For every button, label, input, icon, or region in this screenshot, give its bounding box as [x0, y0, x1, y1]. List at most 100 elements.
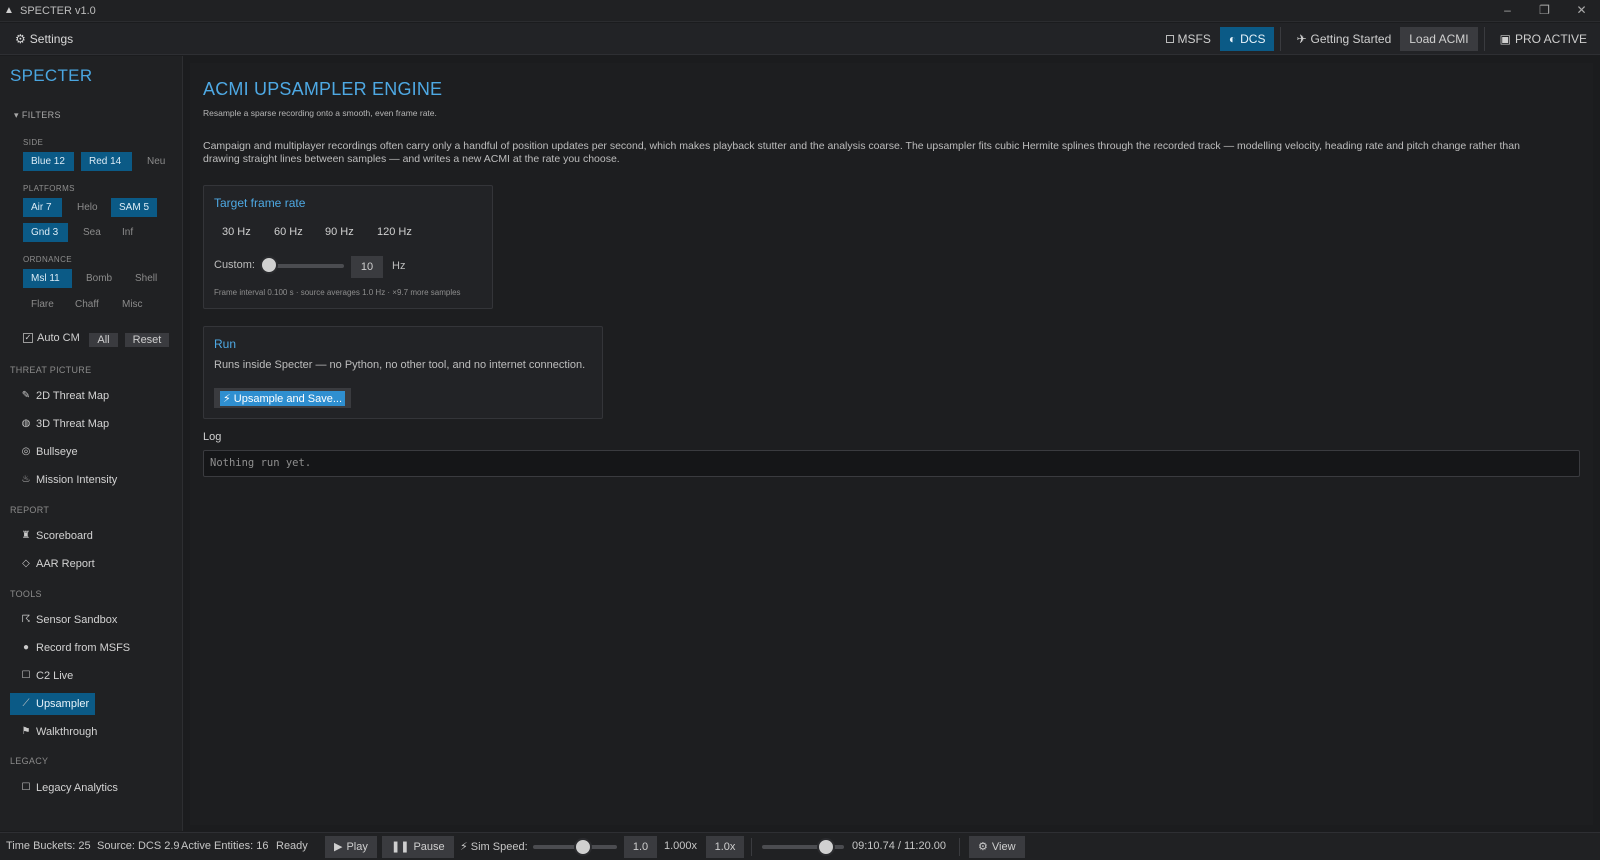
- panel-title: Run: [214, 337, 237, 351]
- settings-button[interactable]: ⚙ Settings: [15, 32, 73, 46]
- sidebar-item-label: 3D Threat Map: [36, 418, 110, 430]
- close-button[interactable]: ✕: [1563, 0, 1600, 22]
- sidebar-item-label: Bullseye: [36, 446, 78, 458]
- record-icon: ●: [22, 642, 30, 653]
- sidebar-item-label: AAR Report: [36, 558, 95, 570]
- timeline-slider-handle[interactable]: [816, 838, 835, 856]
- settings-label: Settings: [29, 32, 74, 46]
- sidebar-item-legacy-analytics[interactable]: ☐ Legacy Analytics: [10, 777, 178, 799]
- sidebar-item-label: Legacy Analytics: [36, 782, 118, 794]
- dcs-button[interactable]: ◐ DCS: [1219, 27, 1275, 51]
- status-divider: [751, 838, 752, 856]
- log-label: Log: [203, 431, 222, 443]
- sidebar-item-label: Mission Intensity: [36, 474, 118, 486]
- run-panel: Run Runs inside Specter — no Python, no …: [203, 326, 603, 419]
- load-acmi-button[interactable]: Load ACMI: [1400, 27, 1478, 51]
- menubar: ⚙ Settings MSFS ◐ DCS ✈ Getting Started …: [0, 23, 1600, 55]
- sidebar-item-bullseye[interactable]: ◎ Bullseye: [10, 441, 178, 463]
- filters-toggle[interactable]: ▾ FILTERS: [14, 110, 61, 121]
- upsample-and-save-button[interactable]: ⚡ Upsample and Save...: [214, 388, 352, 408]
- gear-icon: ⚙: [978, 841, 988, 853]
- plane-icon: ✈: [1296, 32, 1307, 46]
- sidebar-item-upsampler[interactable]: ⟋ Upsampler: [10, 693, 95, 715]
- sidebar-item-3d-threat-map[interactable]: ◍ 3D Threat Map: [10, 413, 178, 435]
- section-report: REPORT: [10, 505, 50, 515]
- custom-rate-input[interactable]: 10: [351, 256, 383, 278]
- pause-button[interactable]: ❚❚ Pause: [382, 836, 454, 858]
- sidebar-item-record-msfs[interactable]: ● Record from MSFS: [10, 637, 178, 659]
- chip-bomb[interactable]: Bomb: [78, 269, 120, 288]
- rate-30-button[interactable]: 30 Hz: [222, 226, 251, 238]
- auto-cm-checkbox[interactable]: ✓ Auto CM: [23, 332, 80, 344]
- ready-status: Ready: [276, 840, 308, 852]
- side-group-label: SIDE: [23, 138, 44, 147]
- window-controls: – ❐ ✕: [1489, 0, 1600, 22]
- statusbar: Time Buckets: 25 Source: DCS 2.9 Active …: [0, 832, 1600, 860]
- target-icon: ◎: [21, 446, 31, 457]
- speed-reset-button[interactable]: 1.0x: [706, 836, 744, 858]
- chip-flare[interactable]: Flare: [23, 295, 62, 314]
- sidebar-item-label: Upsampler: [36, 698, 90, 710]
- chip-sea[interactable]: Sea: [75, 223, 109, 242]
- status-divider: [959, 838, 960, 856]
- run-description: Runs inside Specter — no Python, no othe…: [214, 359, 586, 371]
- msfs-label: MSFS: [1177, 32, 1211, 46]
- pin-icon: ✎: [21, 390, 31, 401]
- sim-speed-input[interactable]: 1.0: [624, 836, 657, 858]
- all-button[interactable]: All: [89, 333, 118, 347]
- sidebar-item-c2-live[interactable]: ☐ C2 Live: [10, 665, 178, 687]
- sidebar-item-label: 2D Threat Map: [36, 390, 110, 402]
- view-label: View: [991, 841, 1016, 853]
- platforms-group-label: PLATFORMS: [23, 184, 75, 193]
- pro-active-badge[interactable]: ▣ PRO ACTIVE: [1491, 27, 1596, 51]
- page-description: Campaign and multiplayer recordings ofte…: [203, 140, 1520, 165]
- sidebar-item-2d-threat-map[interactable]: ✎ 2D Threat Map: [10, 385, 178, 407]
- app-logo-icon: ▲: [4, 4, 14, 16]
- chip-gnd[interactable]: Gnd 3: [23, 223, 68, 242]
- custom-rate-slider-handle[interactable]: [260, 256, 279, 274]
- reset-button[interactable]: Reset: [125, 333, 169, 347]
- chip-chaff[interactable]: Chaff: [67, 295, 107, 314]
- top-right-toolbar: MSFS ◐ DCS ✈ Getting Started Load ACMI ▣…: [1157, 27, 1596, 51]
- chip-blue[interactable]: Blue 12: [23, 152, 74, 171]
- play-button[interactable]: ▶ Play: [325, 836, 377, 858]
- chip-shell[interactable]: Shell: [127, 269, 165, 288]
- chip-neutral[interactable]: Neu: [139, 152, 173, 171]
- toolbar-divider: [1483, 27, 1485, 51]
- ordnance-group-label: ORDNANCE: [23, 255, 72, 264]
- auto-cm-label: Auto CM: [37, 332, 80, 344]
- restore-button[interactable]: ❐: [1526, 0, 1563, 22]
- sidebar-item-sensor-sandbox[interactable]: ☈ Sensor Sandbox: [10, 609, 178, 631]
- chip-air[interactable]: Air 7: [23, 198, 62, 217]
- main-content: ACMI UPSAMPLER ENGINE Resample a sparse …: [190, 63, 1593, 825]
- tag-icon: ◇: [22, 558, 30, 569]
- chip-helo[interactable]: Helo: [69, 198, 106, 217]
- sidebar-item-aar-report[interactable]: ◇ AAR Report: [10, 553, 178, 575]
- sim-speed-slider-handle[interactable]: [574, 838, 593, 856]
- unit-label: Hz: [392, 260, 406, 272]
- rate-90-button[interactable]: 90 Hz: [325, 226, 354, 238]
- view-button[interactable]: ⚙ View: [969, 836, 1025, 858]
- sidebar-item-walkthrough[interactable]: ⚑ Walkthrough: [10, 721, 178, 743]
- page-subtitle: Resample a sparse recording onto a smoot…: [203, 108, 437, 118]
- rate-60-button[interactable]: 60 Hz: [274, 226, 303, 238]
- pause-label: Pause: [413, 841, 445, 853]
- chip-inf[interactable]: Inf: [114, 223, 141, 242]
- radar-icon: ☈: [21, 614, 31, 625]
- log-output[interactable]: Nothing run yet.: [203, 450, 1580, 477]
- pro-badge-icon: ▣: [1499, 32, 1511, 46]
- sidebar-item-mission-intensity[interactable]: ♨ Mission Intensity: [10, 469, 178, 491]
- square-icon: ☐: [21, 670, 31, 681]
- section-tools: TOOLS: [10, 589, 42, 599]
- chip-sam[interactable]: SAM 5: [111, 198, 157, 217]
- chip-missile[interactable]: Msl 11: [23, 269, 72, 288]
- msfs-button[interactable]: MSFS: [1157, 27, 1220, 51]
- chip-misc[interactable]: Misc: [114, 295, 151, 314]
- sidebar-item-scoreboard[interactable]: ♜ Scoreboard: [10, 525, 178, 547]
- getting-started-button[interactable]: ✈ Getting Started: [1287, 27, 1400, 51]
- chip-red[interactable]: Red 14: [81, 152, 132, 171]
- time-buckets-status: Time Buckets: 25: [6, 840, 91, 852]
- minimize-button[interactable]: –: [1489, 0, 1526, 22]
- rate-120-button[interactable]: 120 Hz: [377, 226, 412, 238]
- window-title: SPECTER v1.0: [20, 4, 96, 17]
